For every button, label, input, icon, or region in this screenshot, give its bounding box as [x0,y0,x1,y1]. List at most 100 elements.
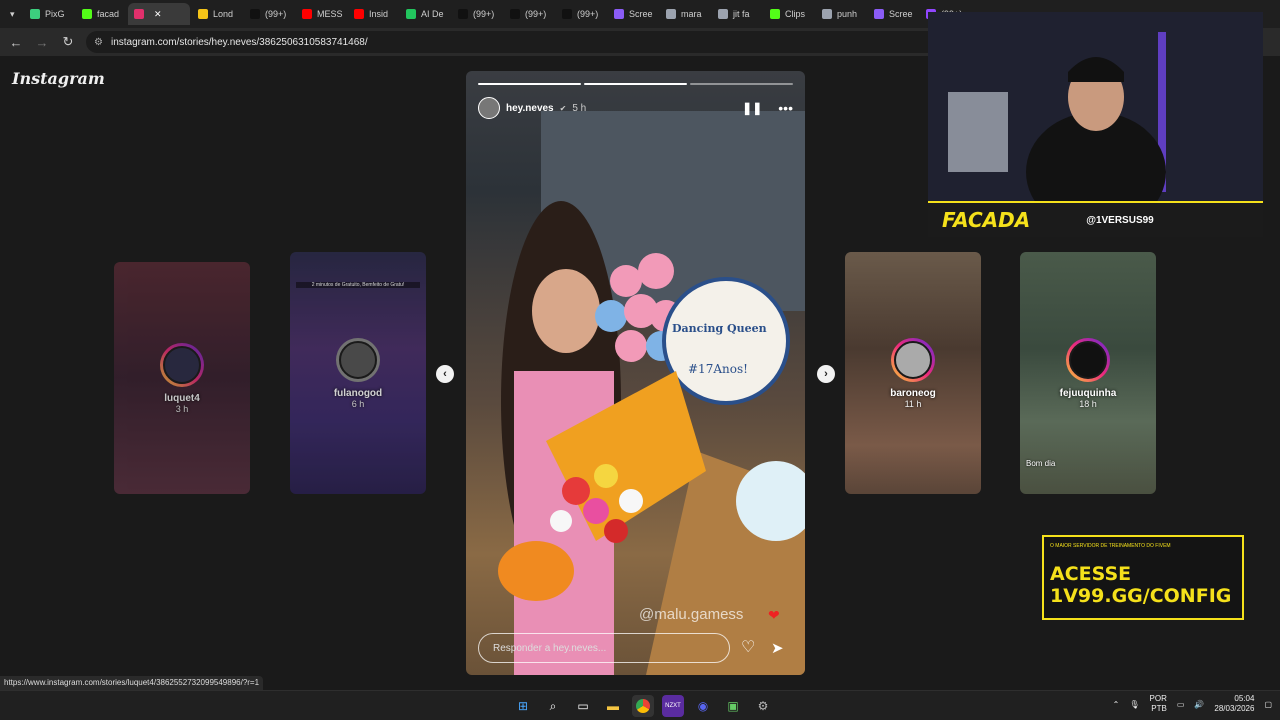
story-time: 18 h [1079,398,1097,409]
forward-icon[interactable]: → [34,35,50,50]
avatar [1069,340,1107,379]
notification-icon[interactable]: ▢ [1264,700,1272,709]
tab-favicon-icon [30,9,40,19]
story-time: 3 h [175,403,189,414]
story-avatar-ring [891,337,935,382]
browser-tab[interactable]: MESS [296,3,346,25]
browser-tab[interactable]: AI De [400,3,450,25]
browser-tab[interactable]: Scree [868,3,918,25]
progress-segment [690,83,793,85]
story-time: 6 h [351,398,365,409]
promo-line2: 1V99.GG/CONFIG [1050,585,1232,607]
language-indicator[interactable]: POR PTB [1150,694,1167,714]
browser-tab[interactable]: Clips [764,3,814,25]
url-input[interactable]: ⚙ instagram.com/stories/hey.neves/386250… [86,31,986,53]
story-avatar-ring [160,342,204,387]
network-icon[interactable]: ▭ [1177,700,1185,709]
next-story-button[interactable]: › [817,365,835,383]
chrome-icon[interactable] [632,695,654,717]
tab-label: Lond [213,9,234,19]
tab-label: Scree [629,9,653,19]
search-icon[interactable]: ⌕ [542,695,564,717]
browser-tab[interactable]: facad [76,3,126,25]
browser-tab[interactable]: punh [816,3,866,25]
clock-date: 28/03/2026 [1214,704,1255,713]
tab-list-button[interactable]: ▾ [4,3,22,25]
reload-icon[interactable]: ↻ [60,34,76,50]
previous-story-button[interactable]: ‹ [436,365,454,383]
like-heart-icon[interactable]: ♡ [741,637,755,657]
tab-favicon-icon [510,9,520,19]
clock[interactable]: 05:04 28/03/2026 [1214,694,1254,714]
browser-tab[interactable]: PixG [24,3,74,25]
browser-tab[interactable]: mara [660,3,710,25]
taskbar-apps: ⊞ ⌕ ▭ ▬ NZXT ◉ ▣ ⚙ [512,695,774,717]
browser-tab[interactable]: (99+) [556,3,606,25]
tab-label: punh [837,9,858,19]
story-sticker-sub: #17Anos! [688,362,748,376]
close-tab-icon[interactable]: ✕ [154,9,162,20]
tab-favicon-icon [302,9,312,19]
back-icon[interactable]: ← [8,35,24,50]
reply-input[interactable]: Responder a hey.neves... [478,633,730,663]
tab-favicon-icon [718,9,728,19]
tab-label: facad [97,9,120,19]
windows-taskbar: ⊞ ⌕ ▭ ▬ NZXT ◉ ▣ ⚙ ⌃ 🎙 POR PTB ▭ 🔊 05:04 2… [0,690,1280,720]
tab-favicon-icon [770,9,780,19]
tab-label: PixG [45,9,65,19]
story-sticker-text: Dancing Queen [672,322,767,335]
browser-tab[interactable]: Insid [348,3,398,25]
story-username[interactable]: hey.neves [506,103,554,114]
story-card-fulanogod[interactable]: 2 minutos de Gratuito, Bemfeito de Gratu… [290,252,426,494]
story-username: fejuuquinha [1059,387,1117,399]
microphone-icon[interactable]: 🎙 [1129,700,1139,709]
browser-tab[interactable]: (99+) [244,3,294,25]
send-share-icon[interactable]: ➤ [771,639,784,657]
avatar[interactable] [478,97,500,119]
more-options-icon[interactable]: ••• [778,100,793,116]
windows-start-icon[interactable]: ⊞ [512,695,534,717]
discord-icon[interactable]: ◉ [692,695,714,717]
avatar [894,340,932,379]
browser-tab[interactable]: Lond [192,3,242,25]
tab-label: MESS [317,9,343,19]
app-icon[interactable]: ▣ [722,695,744,717]
site-info-icon[interactable]: ⚙ [94,37,103,48]
task-view-icon[interactable]: ▭ [572,695,594,717]
story-card-luquet4[interactable]: luquet4 3 h [114,262,250,494]
file-explorer-icon[interactable]: ▬ [602,695,624,717]
promo-tagline: O MAIOR SERVIDOR DE TREINAMENTO DO FIVEM [1050,543,1171,549]
story-time: 11 h [904,398,922,409]
tab-label: mara [681,9,702,19]
settings-gear-icon[interactable]: ⚙ [752,695,774,717]
tab-label: Clips [785,9,806,19]
tray-overflow-icon[interactable]: ⌃ [1113,700,1120,709]
promo-line1: ACESSE [1050,563,1132,585]
story-mention[interactable]: @malu.gamess [639,606,743,623]
tab-label: Insid [369,9,389,19]
browser-tab[interactable]: ✕ [128,3,190,25]
tab-label: (99+) [265,9,287,19]
story-avatar-ring [336,337,380,382]
nzxt-icon[interactable]: NZXT [662,695,684,717]
browser-tab[interactable]: (99+) [504,3,554,25]
browser-tab[interactable]: Scree [608,3,658,25]
tab-favicon-icon [874,9,884,19]
story-progress [478,83,793,85]
tab-favicon-icon [354,9,364,19]
instagram-logo[interactable]: Instagram [12,69,105,88]
verified-badge-icon: ✔ [559,103,567,113]
active-story[interactable]: Dancing Queen #17Anos! @malu.gamess ❤ he… [466,71,805,675]
pause-icon[interactable]: ❚❚ [742,101,762,115]
webcam-overlay: FACADA @1VERSUS99 [928,12,1263,237]
progress-segment [478,83,581,85]
story-card-baroneog[interactable]: baroneog 11 h [845,252,981,494]
brand-logo: FACADA [942,208,1031,232]
tab-label: AI De [421,9,444,19]
story-card-fejuuquinha[interactable]: fejuuquinha 18 h Bom dia [1020,252,1156,494]
webcam-feed [928,12,1263,202]
story-username: luquet4 [164,392,200,404]
browser-tab[interactable]: (99+) [452,3,502,25]
browser-tab[interactable]: jit fa [712,3,762,25]
volume-icon[interactable]: 🔊 [1194,700,1204,709]
